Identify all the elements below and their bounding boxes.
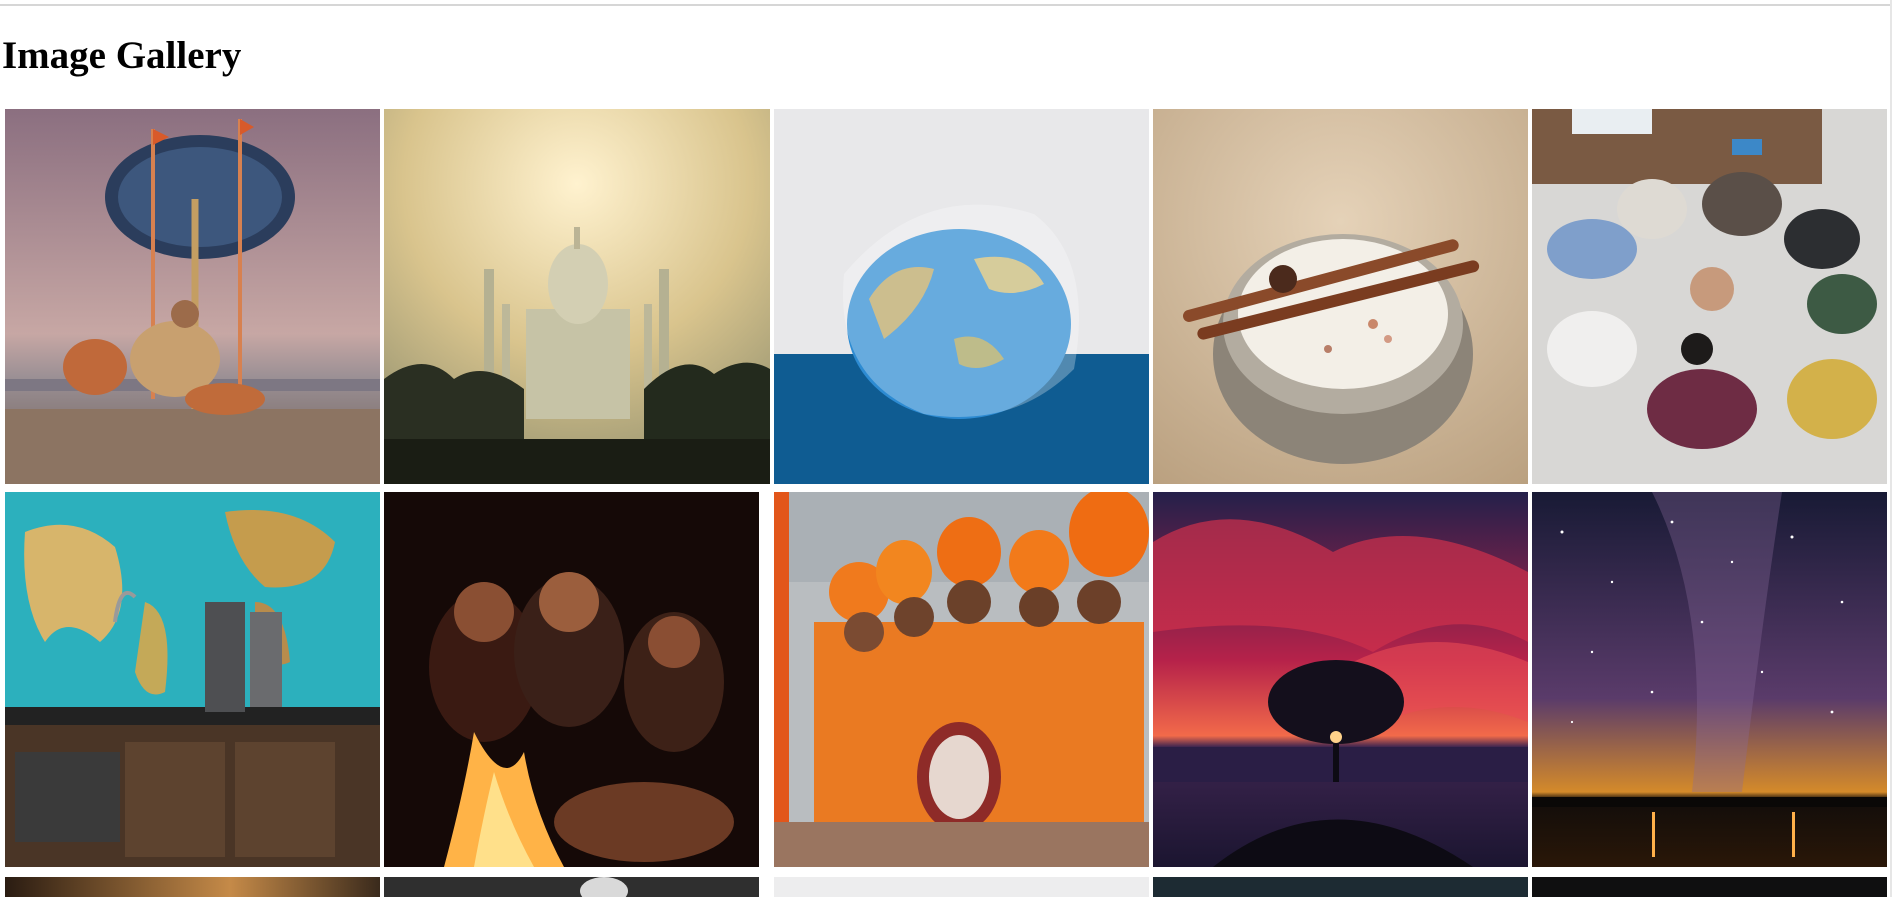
gallery-image-row3-3[interactable] <box>774 877 1149 897</box>
gallery-image-milky-way-lake[interactable] <box>1532 492 1887 867</box>
gallery-image-row3-5[interactable] <box>1532 877 1887 897</box>
gallery-image-musicians-orange-turbans[interactable] <box>774 492 1149 867</box>
gallery-image-sadhu-umbrella-ghat[interactable] <box>5 109 380 484</box>
gallery-image-row3-4[interactable] <box>1153 877 1528 897</box>
gallery-image-globe-in-plastic-bag[interactable] <box>774 109 1149 484</box>
gallery-image-row3-1[interactable] <box>5 877 380 897</box>
gallery-image-friends-by-campfire[interactable] <box>384 492 759 867</box>
page-title: Image Gallery <box>2 34 242 77</box>
gallery-image-team-hands-together[interactable] <box>1532 109 1887 484</box>
gallery-image-world-map-kitchen[interactable] <box>5 492 380 867</box>
gallery-image-chai-cinnamon-cup[interactable] <box>1153 109 1528 484</box>
gallery-image-tree-red-sky-sunset[interactable] <box>1153 492 1528 867</box>
gallery-image-taj-mahal-haze[interactable] <box>384 109 770 484</box>
gallery-image-row3-2[interactable] <box>384 877 759 897</box>
image-gallery <box>5 109 1892 897</box>
top-divider <box>0 4 1892 6</box>
